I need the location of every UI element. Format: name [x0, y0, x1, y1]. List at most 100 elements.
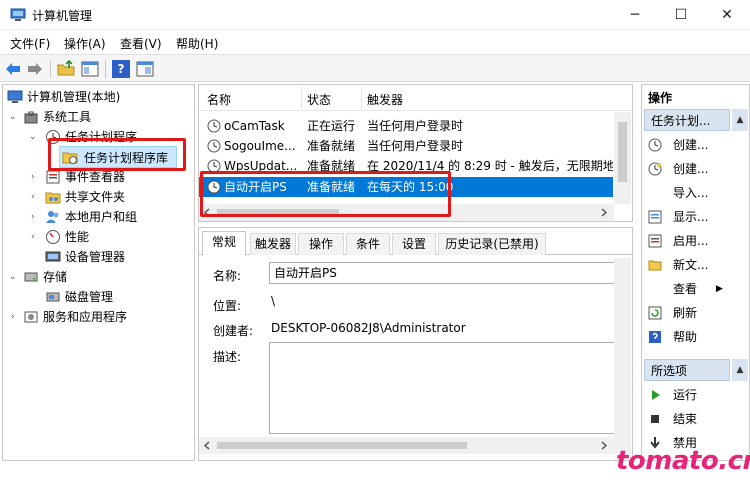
event-viewer-icon — [46, 170, 60, 184]
annotation-highlight-task — [200, 171, 451, 217]
details-horizontal-scrollbar[interactable] — [199, 437, 614, 454]
tree-item-shared-folders[interactable]: › 共享文件夹 — [7, 187, 192, 207]
expanded-chevron-icon[interactable]: ⌄ — [9, 107, 17, 127]
action-enable-history[interactable]: 启用... — [642, 229, 749, 253]
scrollbar-thumb[interactable] — [618, 122, 627, 182]
collapsed-chevron-icon[interactable]: › — [11, 307, 15, 327]
tree-label: 计算机管理(本地) — [27, 90, 121, 104]
menu-view[interactable]: 查看(V) — [120, 35, 162, 52]
action-create-basic-task[interactable]: 创建... — [642, 133, 749, 157]
action-label: 显示... — [673, 210, 709, 224]
back-arrow-icon[interactable] — [4, 60, 22, 78]
clock-icon — [207, 119, 221, 133]
task-row[interactable]: SogouIme... 准备就绪 当任何用户登录时 — [199, 136, 613, 156]
task-status: 正在运行 — [307, 119, 356, 133]
column-header-name[interactable]: 名称 — [207, 91, 231, 108]
collapsed-chevron-icon[interactable]: › — [31, 227, 35, 247]
author-value: DESKTOP-06082J8\Administrator — [271, 321, 466, 335]
author-label: 创建者: — [213, 324, 254, 338]
tab-actions[interactable]: 操作 — [298, 233, 344, 255]
properties-icon[interactable] — [136, 60, 154, 78]
menu-action[interactable]: 操作(A) — [64, 35, 106, 52]
actions-section-task-scheduler[interactable]: 任务计划... — [644, 109, 730, 131]
action-label: 帮助 — [673, 330, 698, 344]
forward-arrow-icon[interactable] — [26, 60, 44, 78]
task-list-header: 名称 状态 触发器 — [199, 85, 632, 111]
computer-management-icon — [10, 8, 26, 21]
tree-item-storage[interactable]: ⌄ 存储 — [7, 267, 192, 287]
action-import[interactable]: 导入... — [642, 181, 749, 205]
action-refresh[interactable]: 刷新 — [642, 301, 749, 325]
column-divider[interactable] — [301, 87, 302, 109]
column-header-trigger[interactable]: 触发器 — [367, 91, 403, 108]
description-field[interactable] — [269, 342, 619, 434]
action-view[interactable]: 查看 ▶ — [642, 277, 749, 301]
tree-item-system-tools[interactable]: ⌄ 系统工具 — [7, 107, 192, 127]
annotation-highlight-library — [48, 138, 186, 171]
storage-icon — [24, 272, 38, 282]
tree-item-disk-management[interactable]: 磁盘管理 — [7, 287, 192, 307]
show-tree-icon[interactable] — [81, 60, 99, 78]
tab-settings[interactable]: 设置 — [392, 233, 436, 255]
menu-help[interactable]: 帮助(H) — [176, 35, 218, 52]
create-task-icon — [648, 162, 662, 176]
name-field[interactable]: 自动开启PS — [269, 262, 619, 284]
action-new-folder[interactable]: 新文... — [642, 253, 749, 277]
performance-gauge-icon — [46, 230, 60, 244]
task-list-vertical-scrollbar[interactable] — [614, 112, 631, 204]
details-tabs: 常规 触发器 操作 条件 设置 历史记录(已禁用) — [199, 231, 632, 256]
toolbar-separator — [50, 60, 51, 78]
expanded-chevron-icon[interactable]: ⌄ — [9, 267, 17, 287]
column-divider[interactable] — [361, 87, 362, 109]
scroll-left-icon[interactable] — [199, 437, 216, 454]
tab-conditions[interactable]: 条件 — [346, 233, 390, 255]
task-name: SogouIme... — [224, 139, 296, 153]
actions-section-selected-item[interactable]: 所选项 — [644, 359, 730, 381]
create-basic-task-icon — [648, 138, 662, 152]
task-row[interactable]: oCamTask 正在运行 当任何用户登录时 — [199, 116, 613, 136]
action-create-task[interactable]: 创建... — [642, 157, 749, 181]
action-help[interactable]: 帮助 — [642, 325, 749, 349]
tree-label: 服务和应用程序 — [43, 310, 128, 324]
expanded-chevron-icon[interactable]: ⌄ — [29, 127, 37, 147]
column-header-status[interactable]: 状态 — [307, 91, 331, 108]
close-button[interactable]: ✕ — [704, 0, 750, 30]
tab-triggers[interactable]: 触发器 — [250, 233, 296, 255]
toolbox-icon — [24, 111, 38, 124]
scroll-right-icon[interactable] — [595, 204, 612, 221]
action-label: 创建... — [673, 138, 709, 152]
details-vertical-scrollbar[interactable] — [614, 258, 631, 454]
tab-history[interactable]: 历史记录(已禁用) — [438, 233, 546, 255]
name-label: 名称: — [213, 269, 242, 283]
tree-item-local-users-groups[interactable]: › 本地用户和组 — [7, 207, 192, 227]
collapse-section-icon[interactable]: ▲ — [732, 109, 748, 131]
collapsed-chevron-icon[interactable]: › — [31, 187, 35, 207]
collapsed-chevron-icon[interactable]: › — [31, 167, 35, 187]
toolbar: ? — [0, 54, 750, 82]
help-icon[interactable]: ? — [112, 60, 130, 78]
tree-item-computer-management[interactable]: 计算机管理(本地) — [7, 87, 192, 107]
task-status: 准备就绪 — [307, 139, 356, 153]
action-display-running[interactable]: 显示... — [642, 205, 749, 229]
tab-general[interactable]: 常规 — [202, 231, 246, 256]
action-run[interactable]: 运行 — [642, 383, 749, 407]
end-icon — [651, 415, 659, 423]
location-label: 位置: — [213, 299, 242, 313]
refresh-icon — [648, 306, 662, 320]
maximize-button[interactable]: ☐ — [658, 0, 704, 30]
enable-history-icon — [648, 234, 662, 248]
tree-item-services-applications[interactable]: › 服务和应用程序 — [7, 307, 192, 327]
collapse-section-icon[interactable]: ▲ — [732, 359, 748, 381]
action-end[interactable]: 结束 — [642, 407, 749, 431]
scrollbar-thumb[interactable] — [217, 442, 467, 449]
menu-file[interactable]: 文件(F) — [10, 35, 50, 52]
minimize-button[interactable]: ─ — [612, 0, 658, 30]
action-label: 创建... — [673, 162, 709, 176]
tree-item-performance[interactable]: › 性能 — [7, 227, 192, 247]
collapsed-chevron-icon[interactable]: › — [31, 207, 35, 227]
scroll-right-icon[interactable] — [595, 437, 612, 454]
device-manager-icon — [45, 251, 61, 262]
tree-item-device-manager[interactable]: 设备管理器 — [7, 247, 192, 267]
users-icon — [46, 211, 59, 223]
up-folder-icon[interactable] — [57, 60, 75, 78]
